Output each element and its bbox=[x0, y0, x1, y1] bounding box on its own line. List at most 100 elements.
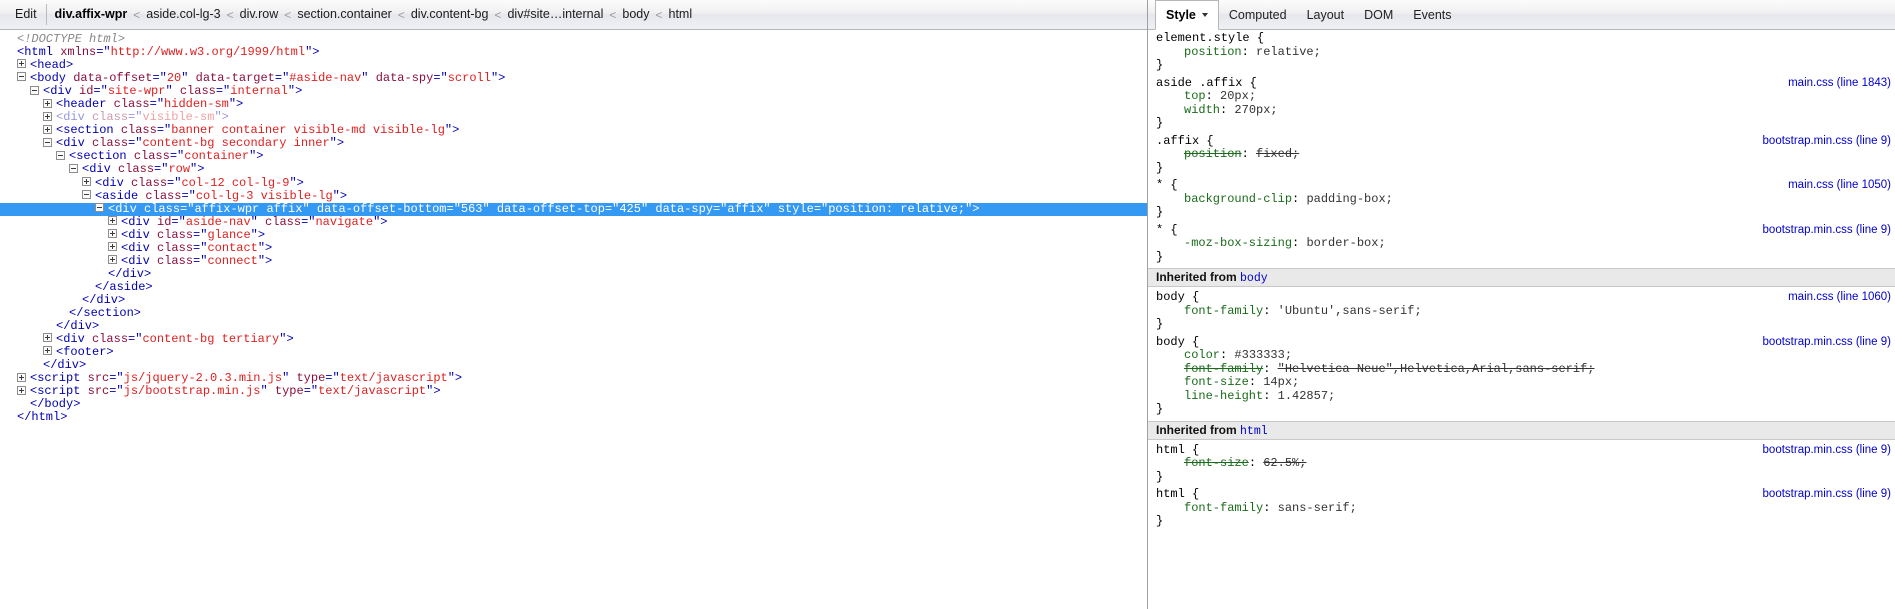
css-selector[interactable]: * { bbox=[1156, 178, 1178, 192]
css-source-link[interactable]: bootstrap.min.css (line 9) bbox=[1763, 224, 1891, 238]
markup-node[interactable]: <div class="connect"> bbox=[0, 254, 1147, 268]
css-declaration[interactable]: -moz-box-sizing: border-box; bbox=[1148, 236, 1895, 251]
expand-icon[interactable] bbox=[108, 242, 117, 252]
css-declaration[interactable]: line-height: 1.42857; bbox=[1148, 388, 1895, 404]
expand-icon[interactable] bbox=[108, 255, 117, 265]
markup-node[interactable]: </aside> bbox=[0, 279, 1147, 294]
tab-computed[interactable]: Computed bbox=[1219, 0, 1297, 29]
tab-style[interactable]: Style bbox=[1155, 0, 1219, 30]
css-selector[interactable]: body { bbox=[1156, 290, 1199, 304]
markup-token-attr: type bbox=[296, 371, 326, 386]
markup-node[interactable]: </html> bbox=[0, 411, 1147, 424]
markup-node[interactable]: </div> bbox=[0, 267, 1147, 281]
inherited-from-label: Inherited from bbox=[1156, 270, 1241, 284]
css-declaration[interactable]: position: relative; bbox=[1148, 45, 1895, 60]
inherited-from-target[interactable]: html bbox=[1240, 425, 1268, 438]
css-selector[interactable]: html { bbox=[1156, 443, 1199, 457]
collapse-icon[interactable] bbox=[82, 189, 91, 199]
breadcrumb-separator: < bbox=[609, 7, 617, 22]
markup-token-val: content-bg secondary inner bbox=[142, 136, 330, 151]
breadcrumb-item[interactable]: section.container bbox=[296, 7, 393, 22]
expand-icon[interactable] bbox=[17, 372, 26, 382]
markup-token-punct: " bbox=[482, 201, 497, 216]
css-declaration[interactable]: width: 270px; bbox=[1148, 103, 1895, 118]
css-rule: .affix { bootstrap.min.css (line 9) positi… bbox=[1148, 133, 1895, 178]
markup-node[interactable]: </div> bbox=[0, 293, 1147, 307]
breadcrumb-item[interactable]: div.row bbox=[239, 7, 280, 22]
css-declaration[interactable]: font-family: 'Ubuntu',sans-serif; bbox=[1148, 304, 1895, 319]
markup-tree[interactable]: <!DOCTYPE html> <html xmlns="http://www.w… bbox=[0, 30, 1147, 609]
breadcrumb-item[interactable]: aside.col-lg-3 bbox=[145, 7, 221, 22]
css-declaration-overridden[interactable]: position: fixed; bbox=[1148, 147, 1895, 162]
markup-token-punct: </aside> bbox=[95, 279, 153, 294]
markup-node[interactable]: </body> bbox=[0, 398, 1147, 411]
expand-icon[interactable] bbox=[17, 59, 26, 69]
markup-node[interactable]: </section> bbox=[0, 306, 1147, 320]
expand-icon[interactable] bbox=[17, 385, 26, 395]
chevron-down-icon[interactable] bbox=[1201, 13, 1208, 17]
css-declaration[interactable]: font-size: 14px; bbox=[1148, 375, 1895, 390]
breadcrumb-item[interactable]: div.content-bg bbox=[410, 7, 490, 22]
markup-token-tag: div bbox=[102, 175, 124, 190]
edit-button[interactable]: Edit bbox=[6, 4, 47, 25]
markup-token-punct bbox=[80, 384, 87, 398]
breadcrumb-item[interactable]: div.affix-wpr bbox=[54, 7, 129, 22]
css-declaration[interactable]: font-family: sans-serif; bbox=[1148, 501, 1895, 516]
markup-token-attr: type bbox=[274, 384, 304, 399]
tab-events[interactable]: Events bbox=[1403, 0, 1461, 29]
expand-icon[interactable] bbox=[43, 124, 52, 134]
css-source-link[interactable]: bootstrap.min.css (line 9) bbox=[1763, 444, 1891, 458]
expand-icon[interactable] bbox=[43, 346, 52, 356]
markup-token-attr: class bbox=[144, 201, 181, 216]
breadcrumb-item[interactable]: div#site…internal bbox=[506, 7, 604, 22]
css-source-link[interactable]: bootstrap.min.css (line 9) bbox=[1763, 135, 1891, 149]
tab-layout[interactable]: Layout bbox=[1297, 0, 1355, 29]
css-selector[interactable]: body { bbox=[1156, 335, 1199, 349]
css-source-link[interactable]: main.css (line 1060) bbox=[1788, 291, 1891, 305]
css-declaration-overridden[interactable]: font-family: "Helvetica Neue",Helvetica,… bbox=[1148, 362, 1895, 377]
expand-icon[interactable] bbox=[82, 176, 91, 186]
markup-token-punct: =" bbox=[128, 110, 143, 125]
collapse-icon[interactable] bbox=[56, 150, 65, 160]
css-declaration[interactable]: background-clip: padding-box; bbox=[1148, 191, 1895, 207]
expand-icon[interactable] bbox=[43, 333, 52, 343]
css-source-link[interactable]: bootstrap.min.css (line 9) bbox=[1763, 336, 1891, 350]
collapse-icon[interactable] bbox=[69, 163, 78, 173]
expand-icon[interactable] bbox=[108, 215, 117, 225]
expand-icon[interactable] bbox=[43, 98, 52, 108]
markup-token-val: affix-wpr affix bbox=[194, 201, 303, 216]
markup-node[interactable]: <html xmlns="http://www.w3.org/1999/html… bbox=[0, 46, 1147, 59]
css-colon: : bbox=[1292, 191, 1307, 206]
css-source-link[interactable]: main.css (line 1050) bbox=[1788, 179, 1891, 193]
css-source-link[interactable]: bootstrap.min.css (line 9) bbox=[1763, 488, 1891, 502]
markup-node[interactable]: <footer> bbox=[0, 346, 1147, 359]
tab-dom[interactable]: DOM bbox=[1354, 0, 1403, 29]
markup-token-punct: =" bbox=[152, 71, 167, 86]
markup-node[interactable]: <div class="content-bg tertiary"> bbox=[0, 333, 1147, 346]
expand-icon[interactable] bbox=[43, 111, 52, 121]
css-selector[interactable]: html { bbox=[1156, 487, 1199, 501]
css-selector[interactable]: * { bbox=[1156, 223, 1178, 237]
breadcrumb-item[interactable]: html bbox=[668, 7, 694, 22]
collapse-icon[interactable] bbox=[43, 137, 52, 147]
css-colon: : bbox=[1263, 388, 1278, 403]
css-declaration-overridden[interactable]: font-size: 62.5%; bbox=[1148, 456, 1895, 471]
css-declaration[interactable]: color: #333333; bbox=[1148, 348, 1895, 363]
collapse-icon[interactable] bbox=[17, 72, 26, 82]
css-source-link[interactable]: main.css (line 1843) bbox=[1788, 77, 1891, 91]
breadcrumb-item[interactable]: body bbox=[621, 7, 650, 22]
collapse-icon[interactable] bbox=[30, 85, 39, 95]
collapse-icon[interactable] bbox=[95, 202, 104, 212]
inherited-from-target[interactable]: body bbox=[1240, 272, 1268, 285]
markup-token-punct: =" bbox=[433, 71, 448, 86]
expand-icon[interactable] bbox=[108, 229, 117, 239]
css-rules-list[interactable]: element.style {position: relative;} aside… bbox=[1148, 30, 1895, 609]
markup-token-punct: "> bbox=[490, 71, 506, 86]
markup-node[interactable]: <script src="js/bootstrap.min.js" type="… bbox=[0, 385, 1147, 398]
markup-token-punct: > bbox=[106, 345, 114, 360]
css-selector[interactable]: aside .affix { bbox=[1156, 76, 1257, 90]
css-selector[interactable]: .affix { bbox=[1156, 134, 1214, 148]
css-property: background-clip bbox=[1184, 191, 1293, 206]
css-declaration[interactable]: top: 20px; bbox=[1148, 89, 1895, 104]
css-selector[interactable]: element.style { bbox=[1156, 31, 1264, 45]
